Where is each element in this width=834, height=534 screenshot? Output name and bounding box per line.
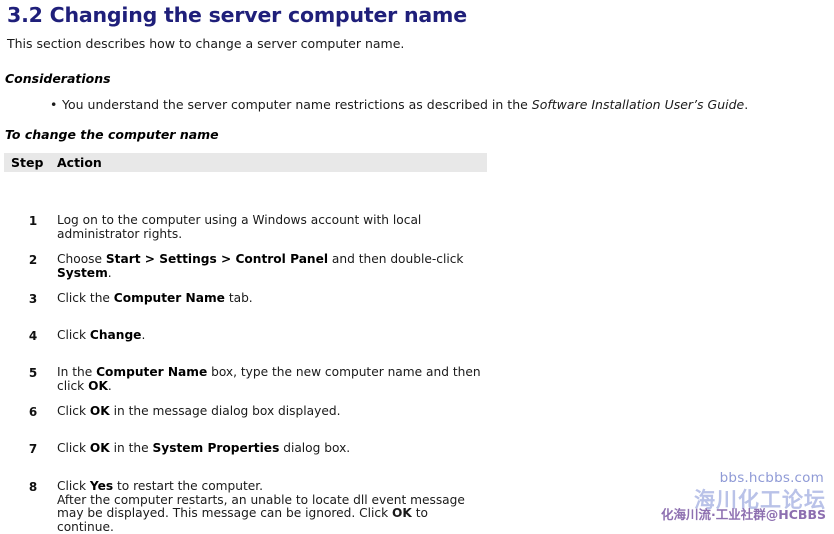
step-number: 7 bbox=[28, 442, 38, 456]
list-item-text-before: You understand the server computer name … bbox=[62, 97, 532, 112]
table-row: 6 Click OK in the message dialog box dis… bbox=[4, 404, 487, 425]
list-item: • You understand the server computer name… bbox=[0, 97, 834, 113]
step-action: Click Change. bbox=[57, 328, 146, 342]
watermark-tagline: 化海川流·工业社群@HCBBS bbox=[661, 507, 826, 522]
column-header-action: Action bbox=[57, 155, 102, 170]
step-number: 5 bbox=[28, 366, 38, 380]
table-row: 7 Click OK in the System Properties dial… bbox=[4, 441, 487, 462]
table-row: 2 Choose Start > Settings > Control Pane… bbox=[4, 252, 487, 280]
table-header-row: Step Action bbox=[4, 153, 487, 172]
step-number: 4 bbox=[28, 329, 38, 343]
step-number: 1 bbox=[28, 214, 38, 228]
step-action: Click the Computer Name tab. bbox=[57, 291, 253, 305]
step-action: Click OK in the System Properties dialog… bbox=[57, 441, 351, 455]
column-header-step: Step bbox=[11, 155, 44, 170]
intro-paragraph: This section describes how to change a s… bbox=[7, 36, 405, 51]
watermark-site-name: 海川化工论坛 bbox=[694, 488, 826, 512]
step-action: In the Computer Name box, type the new c… bbox=[57, 365, 481, 393]
step-number: 3 bbox=[28, 292, 38, 306]
bullet-icon: • bbox=[50, 97, 58, 112]
table-row: 8 Click Yes to restart the computer. Aft… bbox=[4, 479, 487, 534]
table-body: 1 Log on to the computer using a Windows… bbox=[4, 172, 487, 534]
considerations-list: • You understand the server computer name… bbox=[0, 97, 834, 113]
step-number: 2 bbox=[28, 253, 38, 267]
list-item-text-after: . bbox=[744, 97, 749, 112]
step-action: Click OK in the message dialog box displ… bbox=[57, 404, 341, 418]
list-item-reference-title: Software Installation User’s Guide bbox=[531, 97, 745, 112]
watermark: bbs.hcbbs.com 海川化工论坛 化海川流·工业社群@HCBBS bbox=[618, 466, 832, 526]
page-title: 3.2 Changing the server computer name bbox=[7, 3, 467, 27]
watermark-url: bbs.hcbbs.com bbox=[719, 470, 824, 486]
step-number: 8 bbox=[28, 480, 38, 494]
table-row: 1 Log on to the computer using a Windows… bbox=[4, 213, 487, 241]
table-row: 5 In the Computer Name box, type the new… bbox=[4, 365, 487, 393]
procedure-table: Step Action 1 Log on to the computer usi… bbox=[4, 153, 487, 534]
procedure-heading: To change the computer name bbox=[5, 127, 219, 142]
step-number: 6 bbox=[28, 405, 38, 419]
considerations-heading: Considerations bbox=[5, 71, 111, 86]
table-row: 4 Click Change. bbox=[4, 328, 487, 349]
table-row: 3 Click the Computer Name tab. bbox=[4, 291, 487, 312]
step-action: Choose Start > Settings > Control Panel … bbox=[57, 252, 464, 280]
step-action: Log on to the computer using a Windows a… bbox=[57, 213, 422, 241]
step-action: Click Yes to restart the computer. bbox=[57, 479, 264, 493]
